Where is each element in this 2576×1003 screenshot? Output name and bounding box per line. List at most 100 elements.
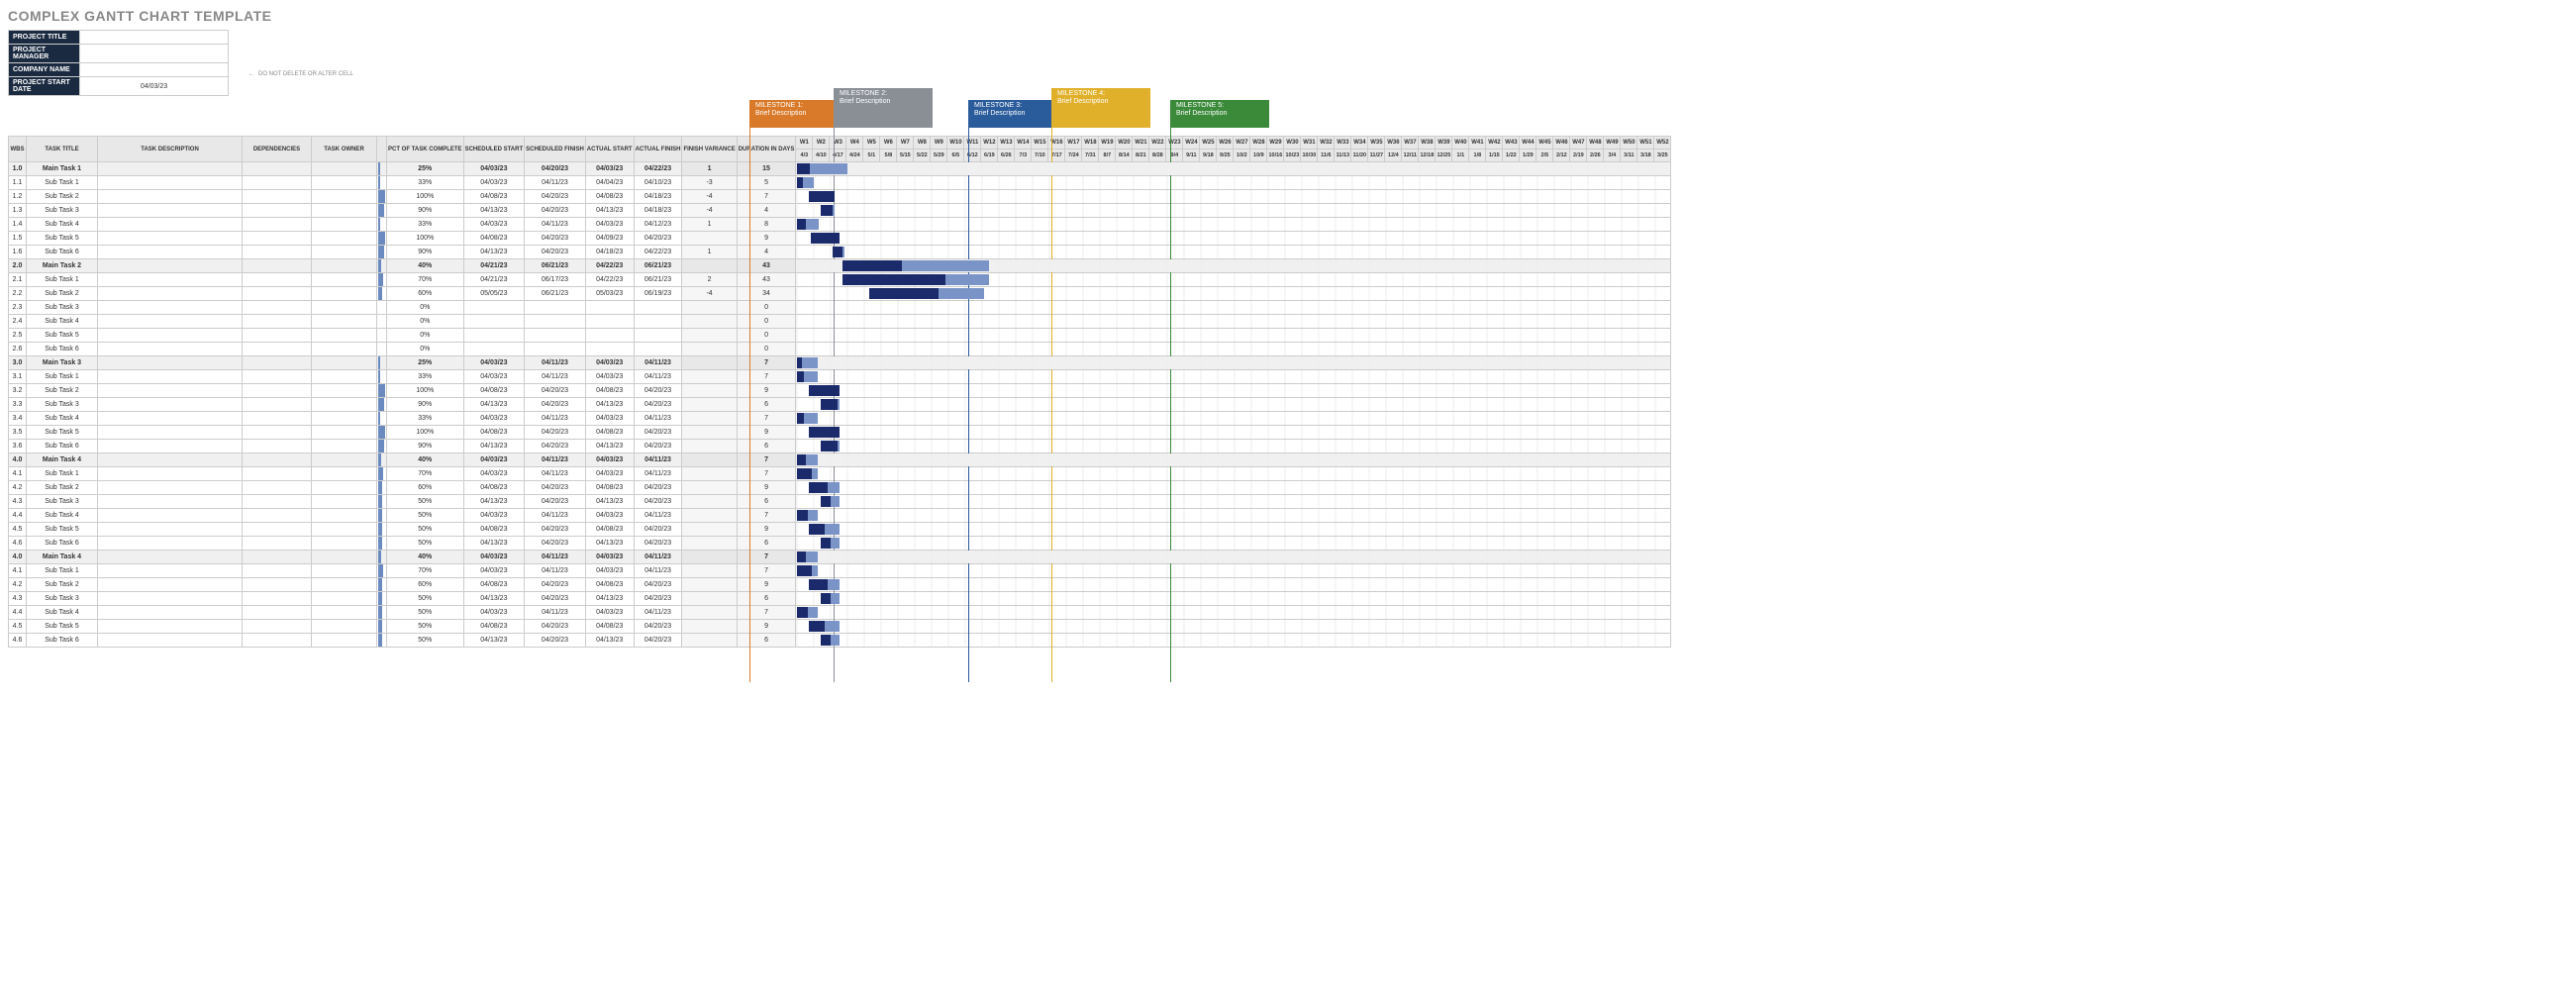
owner-cell[interactable] <box>312 356 377 370</box>
task-title-cell[interactable]: Sub Task 6 <box>27 634 98 648</box>
deps-cell[interactable] <box>243 509 312 523</box>
sched-start-cell[interactable]: 04/03/23 <box>463 606 525 620</box>
sched-finish-cell[interactable]: 04/20/23 <box>525 481 586 495</box>
actual-start-cell[interactable]: 04/13/23 <box>585 440 634 453</box>
owner-cell[interactable] <box>312 467 377 481</box>
actual-start-cell[interactable]: 04/13/23 <box>585 398 634 412</box>
actual-finish-cell[interactable]: 04/11/23 <box>634 412 682 426</box>
actual-finish-cell[interactable]: 04/10/23 <box>634 176 682 190</box>
owner-cell[interactable] <box>312 606 377 620</box>
sub-task-row[interactable]: 4.5Sub Task 550%04/08/2304/20/2304/08/23… <box>9 620 1671 634</box>
actual-finish-cell[interactable]: 06/21/23 <box>634 273 682 287</box>
sched-finish-cell[interactable]: 04/11/23 <box>525 412 586 426</box>
sched-finish-cell[interactable]: 04/20/23 <box>525 162 586 176</box>
actual-start-cell[interactable]: 04/13/23 <box>585 204 634 218</box>
deps-cell[interactable] <box>243 218 312 232</box>
sub-task-row[interactable]: 4.1Sub Task 170%04/03/2304/11/2304/03/23… <box>9 564 1671 578</box>
sub-task-row[interactable]: 3.4Sub Task 433%04/03/2304/11/2304/03/23… <box>9 412 1671 426</box>
sched-start-cell[interactable]: 04/08/23 <box>463 620 525 634</box>
task-desc-cell[interactable] <box>98 232 243 246</box>
task-title-cell[interactable]: Sub Task 5 <box>27 426 98 440</box>
task-desc-cell[interactable] <box>98 578 243 592</box>
task-desc-cell[interactable] <box>98 495 243 509</box>
actual-start-cell[interactable] <box>585 329 634 343</box>
task-title-cell[interactable]: Sub Task 3 <box>27 592 98 606</box>
actual-start-cell[interactable]: 04/22/23 <box>585 273 634 287</box>
task-desc-cell[interactable] <box>98 176 243 190</box>
deps-cell[interactable] <box>243 162 312 176</box>
task-desc-cell[interactable] <box>98 218 243 232</box>
task-title-cell[interactable]: Sub Task 3 <box>27 204 98 218</box>
actual-finish-cell[interactable] <box>634 315 682 329</box>
owner-cell[interactable] <box>312 440 377 453</box>
actual-start-cell[interactable] <box>585 315 634 329</box>
sched-start-cell[interactable]: 04/13/23 <box>463 634 525 648</box>
actual-start-cell[interactable] <box>585 301 634 315</box>
task-title-cell[interactable]: Sub Task 5 <box>27 523 98 537</box>
sched-start-cell[interactable]: 04/03/23 <box>463 218 525 232</box>
task-title-cell[interactable]: Main Task 2 <box>27 259 98 273</box>
actual-start-cell[interactable]: 04/03/23 <box>585 551 634 564</box>
sched-finish-cell[interactable]: 04/11/23 <box>525 564 586 578</box>
sub-task-row[interactable]: 1.3Sub Task 390%04/13/2304/20/2304/13/23… <box>9 204 1671 218</box>
sched-finish-cell[interactable]: 04/11/23 <box>525 606 586 620</box>
actual-finish-cell[interactable] <box>634 343 682 356</box>
task-desc-cell[interactable] <box>98 467 243 481</box>
deps-cell[interactable] <box>243 495 312 509</box>
deps-cell[interactable] <box>243 370 312 384</box>
actual-start-cell[interactable]: 04/13/23 <box>585 537 634 551</box>
task-title-cell[interactable]: Sub Task 1 <box>27 370 98 384</box>
deps-cell[interactable] <box>243 440 312 453</box>
sub-task-row[interactable]: 4.2Sub Task 260%04/08/2304/20/2304/08/23… <box>9 578 1671 592</box>
sched-start-cell[interactable]: 04/13/23 <box>463 204 525 218</box>
actual-start-cell[interactable]: 04/03/23 <box>585 370 634 384</box>
deps-cell[interactable] <box>243 578 312 592</box>
sched-finish-cell[interactable]: 04/20/23 <box>525 620 586 634</box>
actual-start-cell[interactable]: 04/08/23 <box>585 190 634 204</box>
task-desc-cell[interactable] <box>98 259 243 273</box>
sub-task-row[interactable]: 3.1Sub Task 133%04/03/2304/11/2304/03/23… <box>9 370 1671 384</box>
sub-task-row[interactable]: 4.4Sub Task 450%04/03/2304/11/2304/03/23… <box>9 606 1671 620</box>
task-desc-cell[interactable] <box>98 551 243 564</box>
sched-start-cell[interactable]: 04/08/23 <box>463 384 525 398</box>
owner-cell[interactable] <box>312 634 377 648</box>
actual-start-cell[interactable]: 04/13/23 <box>585 495 634 509</box>
task-desc-cell[interactable] <box>98 162 243 176</box>
sub-task-row[interactable]: 4.3Sub Task 350%04/13/2304/20/2304/13/23… <box>9 592 1671 606</box>
sched-start-cell[interactable]: 04/21/23 <box>463 259 525 273</box>
main-task-row[interactable]: 4.0Main Task 440%04/03/2304/11/2304/03/2… <box>9 551 1671 564</box>
sched-start-cell[interactable] <box>463 343 525 356</box>
sched-start-cell[interactable]: 04/03/23 <box>463 370 525 384</box>
sched-start-cell[interactable]: 04/03/23 <box>463 509 525 523</box>
sched-finish-cell[interactable]: 04/20/23 <box>525 426 586 440</box>
task-desc-cell[interactable] <box>98 287 243 301</box>
task-title-cell[interactable]: Sub Task 3 <box>27 398 98 412</box>
actual-start-cell[interactable]: 04/03/23 <box>585 356 634 370</box>
owner-cell[interactable] <box>312 176 377 190</box>
sub-task-row[interactable]: 1.5Sub Task 5100%04/08/2304/20/2304/09/2… <box>9 232 1671 246</box>
task-title-cell[interactable]: Sub Task 1 <box>27 273 98 287</box>
task-desc-cell[interactable] <box>98 190 243 204</box>
actual-start-cell[interactable]: 04/04/23 <box>585 176 634 190</box>
main-task-row[interactable]: 2.0Main Task 240%04/21/2306/21/2304/22/2… <box>9 259 1671 273</box>
task-title-cell[interactable]: Sub Task 5 <box>27 232 98 246</box>
task-desc-cell[interactable] <box>98 204 243 218</box>
deps-cell[interactable] <box>243 301 312 315</box>
deps-cell[interactable] <box>243 606 312 620</box>
sub-task-row[interactable]: 1.4Sub Task 433%04/03/2304/11/2304/03/23… <box>9 218 1671 232</box>
deps-cell[interactable] <box>243 273 312 287</box>
actual-finish-cell[interactable]: 04/20/23 <box>634 523 682 537</box>
actual-finish-cell[interactable]: 04/22/23 <box>634 246 682 259</box>
sched-finish-cell[interactable]: 04/20/23 <box>525 440 586 453</box>
actual-finish-cell[interactable]: 04/22/23 <box>634 162 682 176</box>
deps-cell[interactable] <box>243 453 312 467</box>
task-desc-cell[interactable] <box>98 453 243 467</box>
actual-finish-cell[interactable]: 04/20/23 <box>634 620 682 634</box>
sub-task-row[interactable]: 4.6Sub Task 650%04/13/2304/20/2304/13/23… <box>9 634 1671 648</box>
deps-cell[interactable] <box>243 634 312 648</box>
sched-finish-cell[interactable]: 04/11/23 <box>525 176 586 190</box>
actual-finish-cell[interactable]: 04/20/23 <box>634 384 682 398</box>
task-title-cell[interactable]: Sub Task 6 <box>27 246 98 259</box>
actual-finish-cell[interactable]: 04/11/23 <box>634 370 682 384</box>
sub-task-row[interactable]: 3.2Sub Task 2100%04/08/2304/20/2304/08/2… <box>9 384 1671 398</box>
